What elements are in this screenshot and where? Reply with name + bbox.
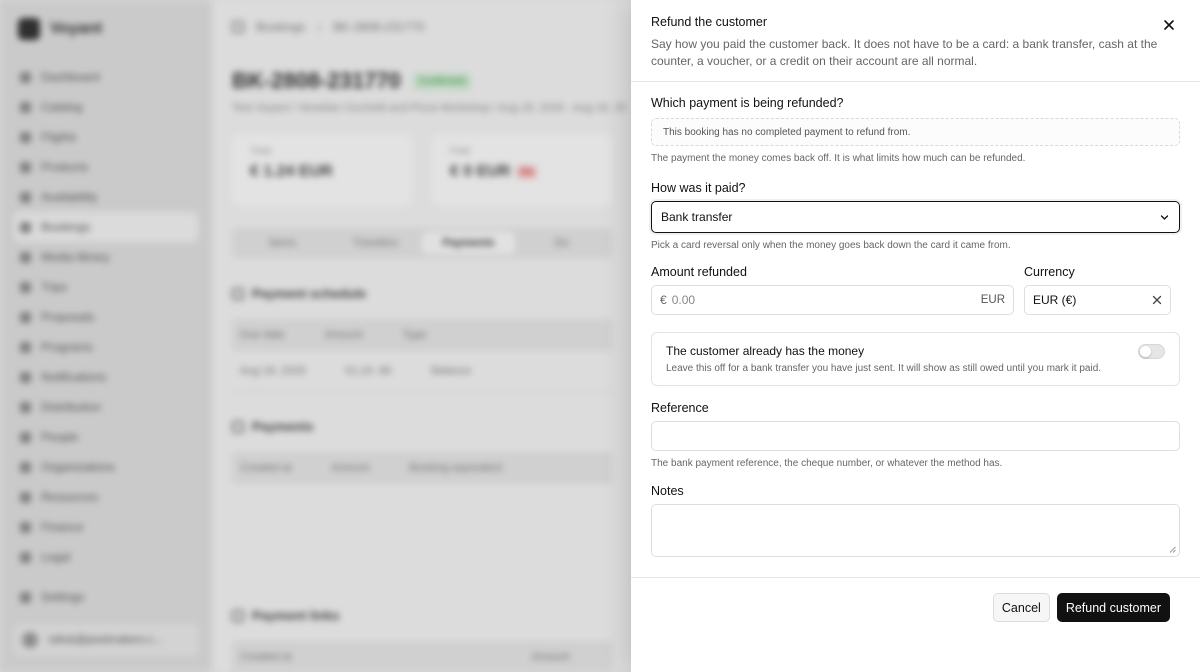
refund-dialog: Refund the customer Say how you paid the… (631, 0, 1200, 672)
amount-placeholder: 0.00 (671, 293, 696, 307)
payment-method-value: Bank transfer (661, 210, 733, 224)
currency-combobox[interactable]: EUR (€) (1024, 285, 1171, 315)
currency-symbol: € (660, 293, 667, 307)
reference-input[interactable] (651, 421, 1180, 451)
resize-handle-icon[interactable] (1169, 546, 1176, 553)
cancel-button[interactable]: Cancel (992, 593, 1050, 622)
payment-method-select[interactable]: Bank transfer (651, 201, 1180, 233)
chevron-down-icon (1160, 214, 1169, 220)
clear-icon[interactable] (1152, 295, 1162, 305)
already-received-desc: Leave this off for a bank transfer you h… (666, 363, 1102, 374)
close-icon[interactable] (1162, 18, 1176, 32)
dialog-header: Refund the customer Say how you paid the… (631, 0, 1200, 82)
toggle-knob (1140, 346, 1151, 357)
method-help: Pick a card reversal only when the money… (651, 240, 1011, 251)
amount-label: Amount refunded (651, 265, 747, 279)
already-received-toggle[interactable] (1138, 344, 1165, 359)
payment-help: The payment the money comes back off. It… (651, 153, 1026, 164)
currency-label: Currency (1024, 265, 1075, 279)
already-received-card: The customer already has the money Leave… (651, 332, 1180, 386)
amount-input[interactable]: € 0.00 EUR (651, 285, 1014, 315)
notes-textarea[interactable] (651, 504, 1180, 557)
dialog-footer: Cancel Refund customer (631, 578, 1200, 622)
currency-value: EUR (€) (1033, 293, 1077, 307)
amount-currency-suffix: EUR (980, 294, 1005, 306)
reference-label: Reference (651, 401, 709, 415)
dialog-body: Which payment is being refunded? This bo… (631, 82, 1200, 578)
reference-help: The bank payment reference, the cheque n… (651, 458, 1003, 469)
payment-empty-notice: This booking has no completed payment to… (651, 118, 1180, 146)
refund-customer-button[interactable]: Refund customer (1056, 593, 1170, 622)
payment-label: Which payment is being refunded? (651, 96, 844, 110)
dialog-description: Say how you paid the customer back. It d… (651, 37, 1158, 68)
already-received-title: The customer already has the money (666, 344, 865, 358)
notes-label: Notes (651, 484, 684, 498)
method-label: How was it paid? (651, 181, 746, 195)
dialog-title: Refund the customer (651, 15, 768, 29)
